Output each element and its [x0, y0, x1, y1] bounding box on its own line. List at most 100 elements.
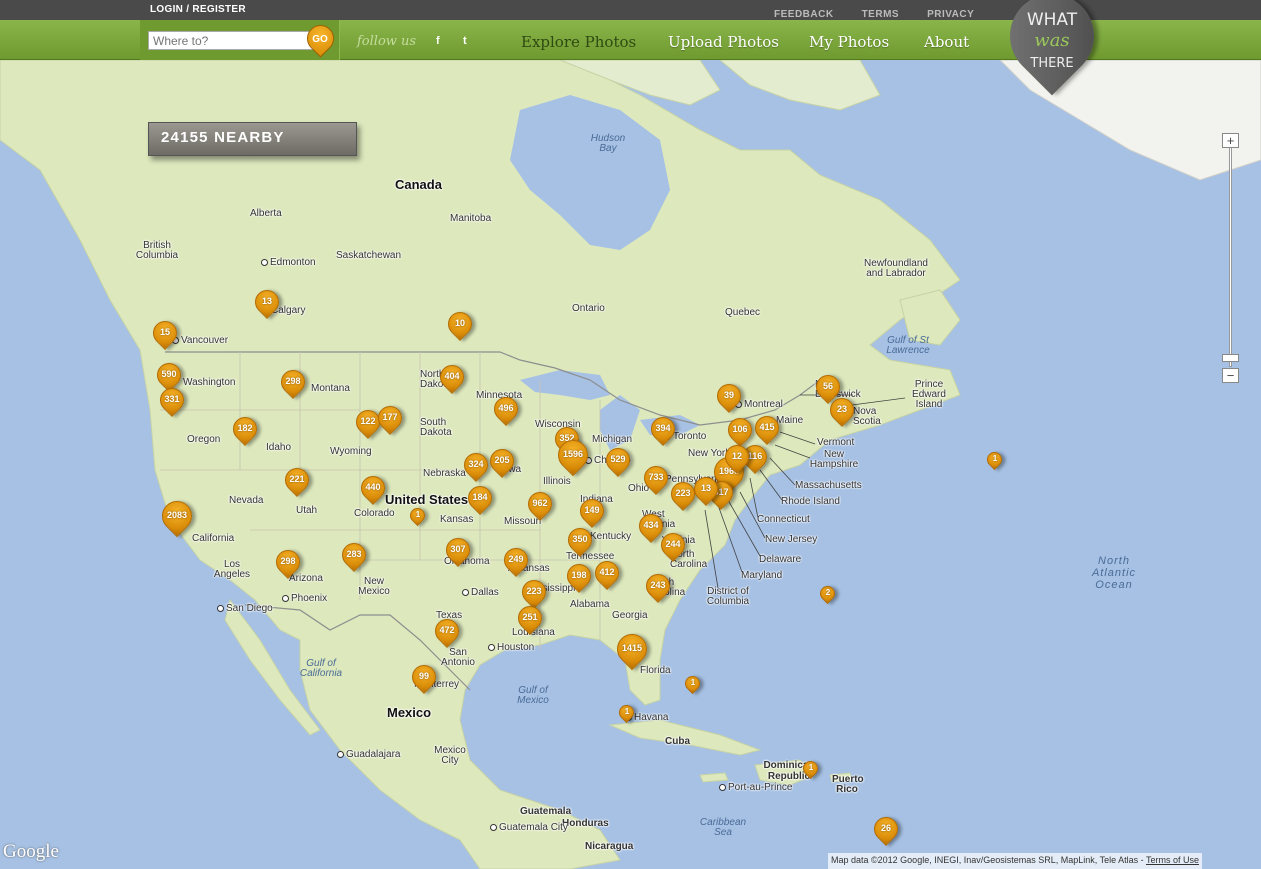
photo-marker[interactable]: 99 — [407, 660, 441, 695]
photo-marker[interactable]: 1415 — [610, 627, 654, 671]
nearby-count-panel[interactable]: 24155 NEARBY — [148, 122, 357, 156]
marker-count: 12 — [731, 451, 742, 461]
marker-count: 243 — [650, 580, 666, 590]
marker-count: 404 — [444, 371, 460, 381]
photo-marker[interactable]: 177 — [373, 401, 407, 436]
zoom-handle[interactable] — [1222, 354, 1239, 362]
marker-count: 2 — [825, 588, 831, 597]
feedback-link[interactable]: FEEDBACK — [774, 9, 834, 20]
photo-marker[interactable]: 440 — [356, 471, 390, 506]
marker-count: 1 — [808, 763, 814, 772]
marker-count: 149 — [584, 505, 600, 515]
photo-marker[interactable]: 23 — [825, 393, 859, 428]
photo-marker[interactable]: 472 — [430, 614, 464, 649]
marker-count: 394 — [655, 423, 671, 433]
photo-marker[interactable]: 1 — [615, 701, 638, 725]
photo-marker[interactable]: 412 — [590, 556, 624, 591]
photo-marker[interactable]: 184 — [463, 481, 497, 516]
search-input[interactable] — [148, 31, 314, 50]
marker-count: 244 — [665, 539, 681, 549]
photo-marker[interactable]: 962 — [523, 487, 557, 522]
facebook-icon[interactable]: f — [436, 35, 440, 47]
photo-marker[interactable]: 298 — [276, 365, 310, 400]
photo-marker[interactable]: 415 — [750, 411, 784, 446]
follow-us-label: follow us — [357, 34, 417, 49]
marker-count: 283 — [346, 549, 362, 559]
twitter-icon[interactable]: t — [463, 35, 467, 47]
photo-marker[interactable]: 331 — [155, 383, 189, 418]
photo-marker[interactable]: 10 — [443, 307, 477, 342]
photo-marker[interactable]: 13 — [689, 472, 723, 507]
marker-count: 350 — [572, 534, 588, 544]
marker-count: 434 — [643, 520, 659, 530]
marker-count: 39 — [723, 390, 734, 400]
nav-my-photos[interactable]: My Photos — [809, 33, 889, 51]
photo-marker[interactable]: 1 — [983, 448, 1006, 472]
nav-about[interactable]: About — [924, 33, 969, 51]
photo-marker[interactable]: 1 — [406, 504, 429, 528]
marker-count: 1 — [992, 454, 998, 463]
photo-marker[interactable]: 149 — [575, 494, 609, 529]
photo-marker[interactable]: 13 — [250, 285, 284, 320]
logo-line1: WHAT — [1026, 10, 1078, 30]
photo-marker[interactable]: 404 — [435, 360, 469, 395]
photo-marker[interactable]: 283 — [337, 538, 371, 573]
nav-explore-photos[interactable]: Explore Photos — [521, 33, 636, 51]
marker-count: 26 — [880, 823, 891, 833]
google-logo[interactable]: Google — [3, 841, 59, 863]
zoom-in-button[interactable]: + — [1222, 133, 1239, 148]
photo-marker[interactable]: 39 — [712, 379, 746, 414]
marker-count: 440 — [365, 482, 381, 492]
marker-count: 184 — [472, 492, 488, 502]
marker-count: 496 — [498, 403, 514, 413]
marker-count: 298 — [280, 556, 296, 566]
photo-marker[interactable]: 221 — [280, 463, 314, 498]
photo-marker[interactable]: 249 — [499, 543, 533, 578]
login-register-link[interactable]: LOGIN / REGISTER — [150, 4, 246, 15]
photo-marker[interactable]: 307 — [441, 533, 475, 568]
photo-marker[interactable]: 12 — [720, 440, 754, 475]
photo-marker[interactable]: 15 — [148, 316, 182, 351]
photo-marker[interactable]: 2083 — [155, 494, 199, 538]
photo-marker[interactable]: 243 — [641, 569, 675, 604]
marker-count: 415 — [759, 422, 775, 432]
photo-marker[interactable]: 251 — [513, 601, 547, 636]
marker-count: 472 — [439, 625, 455, 635]
photo-marker[interactable]: 496 — [489, 392, 523, 427]
attribution-text: Map data ©2012 Google, INEGI, Inav/Geosi… — [831, 855, 1146, 865]
marker-count: 15 — [159, 327, 170, 337]
terms-link[interactable]: TERMS — [862, 9, 900, 20]
photo-marker[interactable]: 182 — [228, 412, 262, 447]
terms-of-use-link[interactable]: Terms of Use — [1146, 855, 1199, 865]
zoom-slider[interactable] — [1229, 147, 1232, 367]
photo-marker[interactable]: 394 — [646, 412, 680, 447]
photo-marker[interactable]: 1596 — [551, 433, 595, 477]
photo-marker[interactable]: 2 — [816, 582, 839, 606]
marker-count: 1596 — [562, 449, 584, 459]
logo-line2: was — [1034, 30, 1070, 51]
marker-count: 13 — [700, 483, 711, 493]
photo-marker[interactable]: 350 — [563, 523, 597, 558]
marker-count: 177 — [382, 412, 398, 422]
photo-marker[interactable]: 529 — [601, 443, 635, 478]
photo-marker[interactable]: 1 — [799, 757, 822, 781]
nav-upload-photos[interactable]: Upload Photos — [668, 33, 779, 51]
privacy-link[interactable]: PRIVACY — [927, 9, 974, 20]
photo-marker[interactable]: 26 — [869, 812, 903, 847]
marker-count: 56 — [822, 381, 833, 391]
photo-marker[interactable]: 1 — [681, 672, 704, 696]
marker-count: 412 — [599, 567, 615, 577]
go-button-label[interactable]: GO — [310, 34, 330, 45]
marker-count: 1 — [690, 678, 696, 687]
marker-count: 307 — [450, 544, 466, 554]
whatwasthere-logo[interactable]: WHAT was THERE — [992, 0, 1112, 96]
marker-count: 1 — [415, 510, 421, 519]
marker-count: 182 — [237, 423, 253, 433]
zoom-out-button[interactable]: − — [1222, 368, 1239, 383]
marker-count: 331 — [164, 394, 180, 404]
marker-count: 23 — [836, 404, 847, 414]
marker-count: 13 — [261, 296, 272, 306]
photo-marker[interactable]: 205 — [485, 444, 519, 479]
photo-marker[interactable]: 244 — [656, 528, 690, 563]
photo-marker[interactable]: 298 — [271, 545, 305, 580]
